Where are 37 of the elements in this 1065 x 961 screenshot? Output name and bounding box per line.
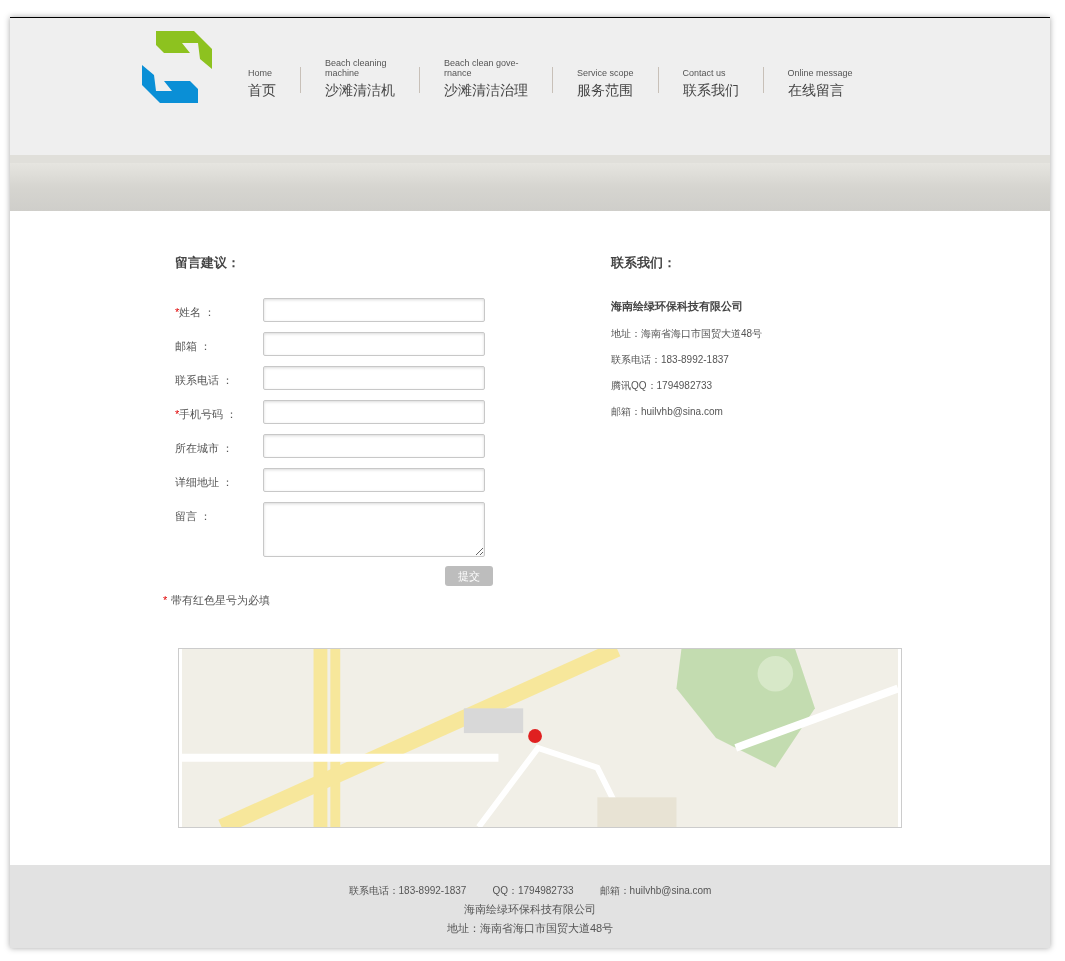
field-label: 手机号码 ： bbox=[179, 407, 238, 422]
input-field[interactable] bbox=[263, 332, 485, 356]
required-asterisk: * bbox=[163, 593, 168, 608]
required-asterisk: * bbox=[175, 407, 180, 422]
message-textarea[interactable] bbox=[263, 502, 485, 557]
nav-link[interactable]: Contact us 联系我们 bbox=[682, 43, 739, 103]
contact-line: 地址：海南省海口市国贸大道48号 bbox=[611, 326, 764, 341]
required-note: 带有红色星号为必填 bbox=[171, 593, 271, 608]
nav-link[interactable]: Beach clean gove- rnance 沙滩清洁治理 bbox=[444, 43, 528, 103]
input-field[interactable] bbox=[263, 468, 485, 492]
section-title: 联系我们： bbox=[611, 254, 677, 272]
contact-line: 联系电话：183-8992-1837 bbox=[611, 352, 730, 367]
nav-link[interactable]: Beach cleaning machine 沙滩清洁机 bbox=[325, 43, 395, 103]
field-label: 姓名 ： bbox=[179, 305, 216, 320]
field-label: 留言 ： bbox=[175, 509, 212, 524]
footer-text: QQ：1794982733 bbox=[492, 883, 574, 898]
field-label: 详细地址 ： bbox=[175, 475, 234, 490]
required-asterisk: * bbox=[175, 305, 180, 320]
input-field[interactable] bbox=[263, 298, 485, 322]
field-label: 邮箱 ： bbox=[175, 339, 212, 354]
input-field[interactable] bbox=[263, 366, 485, 390]
input-field[interactable] bbox=[263, 400, 485, 424]
company-name: 海南绘绿环保科技有限公司 bbox=[611, 299, 744, 314]
nav-link[interactable]: Home 首页 bbox=[248, 43, 276, 103]
field-label: 联系电话 ： bbox=[175, 373, 234, 388]
contact-line: 邮箱：huilvhb@sina.com bbox=[611, 404, 724, 419]
field-label: 所在城市 ： bbox=[175, 441, 234, 456]
section-title: 留言建议： bbox=[175, 254, 241, 272]
nav-link[interactable]: Online message 在线留言 bbox=[787, 43, 853, 103]
footer-text: 联系电话：183-8992-1837 bbox=[348, 883, 467, 898]
logo-icon bbox=[142, 31, 214, 103]
contact-line: 腾讯QQ：1794982733 bbox=[611, 378, 714, 393]
footer-company: 海南绘绿环保科技有限公司 bbox=[464, 901, 596, 917]
footer-address: 地址：海南省海口市国贸大道48号 bbox=[446, 921, 614, 936]
input-field[interactable] bbox=[263, 434, 485, 458]
nav-link[interactable]: Service scope 服务范围 bbox=[577, 43, 634, 103]
footer-text: 邮箱：huilvhb@sina.com bbox=[599, 883, 712, 898]
